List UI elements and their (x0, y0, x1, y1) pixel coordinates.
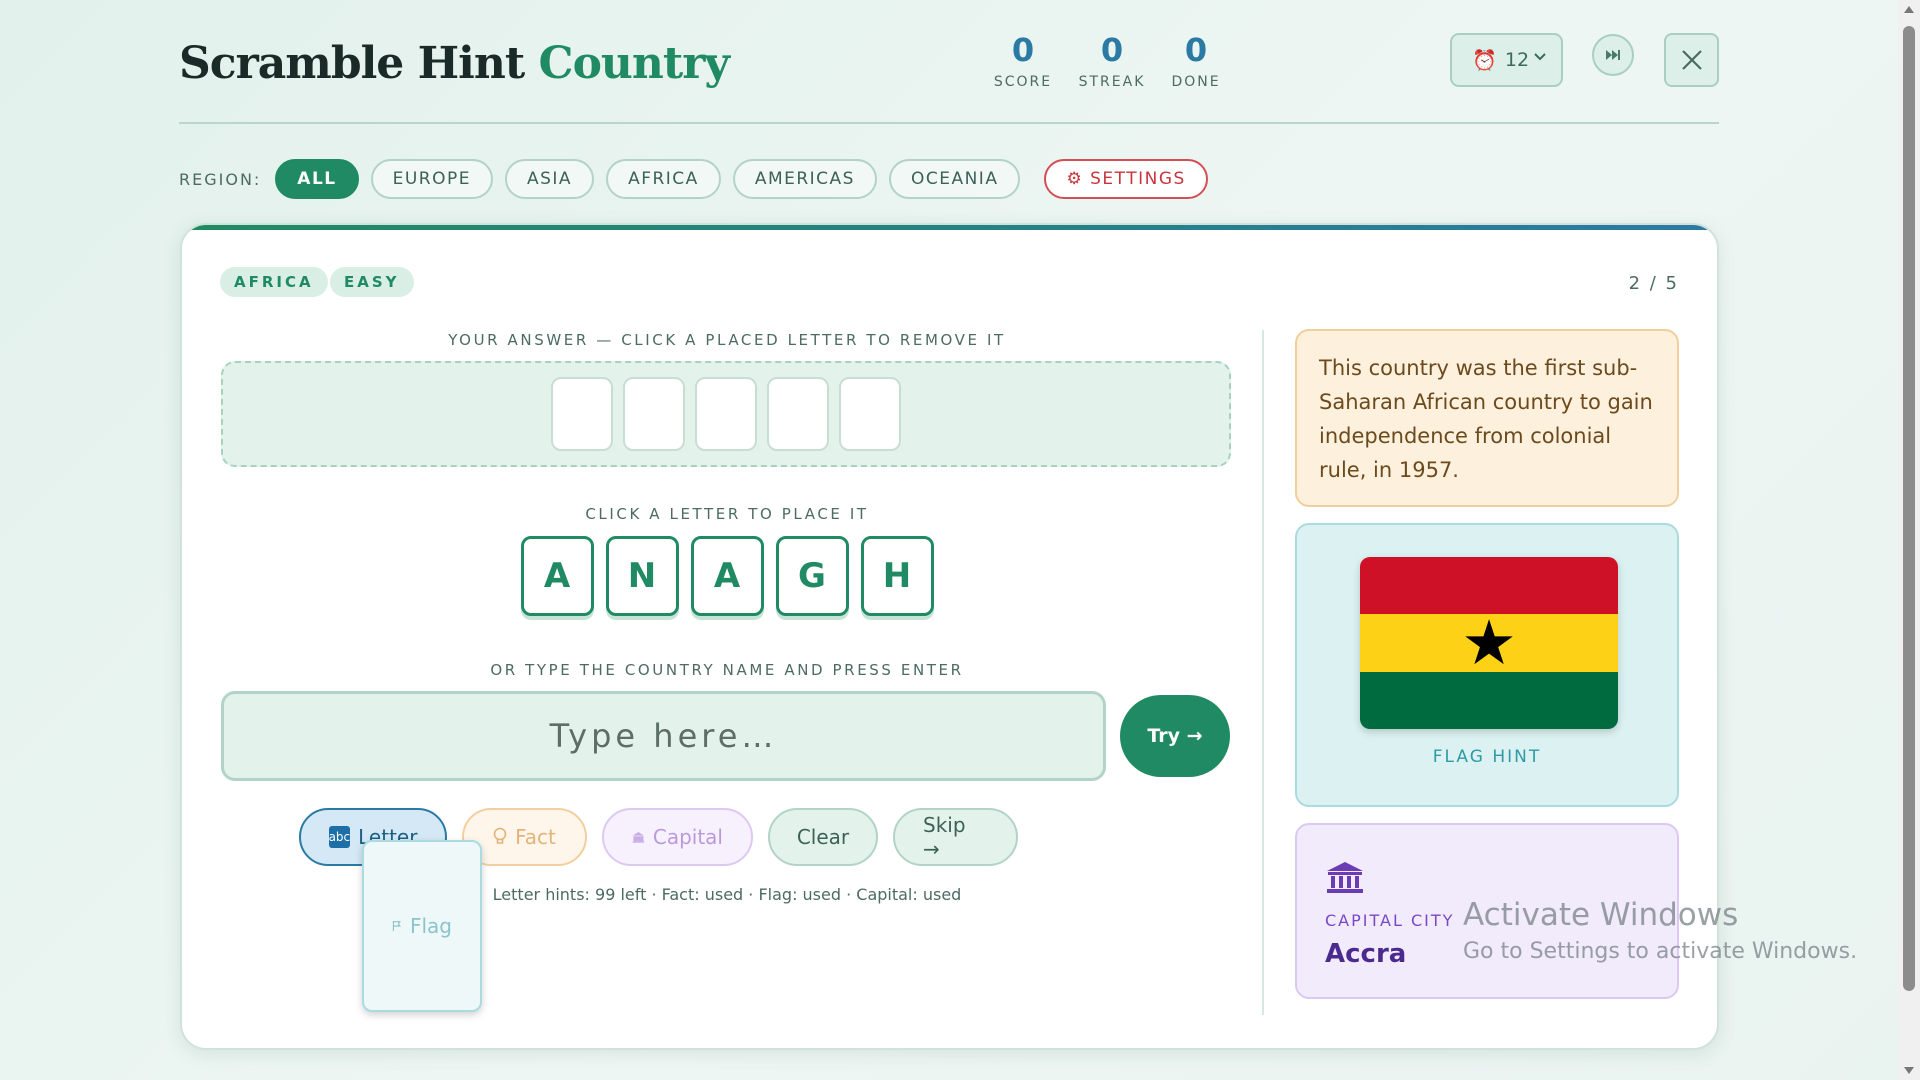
capital-hint-label: Capital (652, 825, 723, 849)
letter-tile[interactable]: A (690, 536, 764, 616)
flag-icon (392, 921, 401, 931)
region-oceania[interactable]: OCEANIA (888, 159, 1021, 199)
fact-hint-label: Fact (515, 825, 556, 849)
page: Scramble Hint Country 0 SCORE 0 STREAK 0… (0, 0, 1898, 1080)
capital-hint-panel: CAPITAL CITY Accra (1295, 823, 1679, 999)
answer-slot[interactable] (839, 377, 901, 451)
answer-label: YOUR ANSWER — CLICK A PLACED LETTER TO R… (448, 331, 1006, 349)
black-star-icon: ★ (1461, 606, 1517, 679)
capital-city-label: CAPITAL CITY (1325, 911, 1455, 930)
done-stat: 0 DONE (1146, 30, 1246, 90)
column-divider (1262, 330, 1264, 1015)
clear-button[interactable]: Clear (768, 808, 878, 866)
region-tag: AFRICA (220, 267, 328, 297)
done-value: 0 (1184, 31, 1208, 69)
flag-hint-label: FLAG HINT (1432, 747, 1542, 767)
alarm-clock-icon: ⏰ (1472, 48, 1497, 72)
capital-hint-button[interactable]: Capital (602, 808, 753, 866)
country-name-input[interactable] (221, 691, 1106, 781)
hint-buttons: abc Letter Fact Flag Capital Clear Skip … (299, 808, 1018, 1012)
close-button[interactable] (1664, 33, 1719, 87)
letter-tile[interactable]: G (775, 536, 849, 616)
region-europe[interactable]: EUROPE (370, 159, 493, 199)
try-button[interactable]: Try → (1120, 695, 1230, 777)
tiles-label: CLICK A LETTER TO PLACE IT (585, 505, 869, 523)
answer-slot[interactable] (767, 377, 829, 451)
title-accent: Country (538, 38, 730, 89)
lightbulb-icon (493, 827, 507, 844)
region-filter: REGION: ALL EUROPE ASIA AFRICA AMERICAS … (179, 158, 1220, 200)
page-title: Scramble Hint Country (179, 38, 730, 89)
country-flag: ★ (1360, 557, 1618, 729)
done-label: DONE (1171, 74, 1221, 90)
region-americas[interactable]: AMERICAS (732, 159, 877, 199)
score-value: 0 (1011, 31, 1035, 69)
answer-slot[interactable] (695, 377, 757, 451)
chevron-down-icon (1534, 53, 1546, 61)
letter-tile[interactable]: H (860, 536, 934, 616)
flag-band-green (1360, 671, 1618, 729)
abc-icon: abc (328, 826, 351, 848)
flag-hint-panel: ★ FLAG HINT (1295, 523, 1679, 807)
scroll-down-icon[interactable] (1904, 1067, 1914, 1074)
answer-slot[interactable] (551, 377, 613, 451)
scrollbar-thumb[interactable] (1903, 26, 1915, 991)
title-main: Scramble Hint (179, 38, 525, 89)
region-africa[interactable]: AFRICA (606, 159, 721, 199)
hint-status: Letter hints: 99 left · Fact: used · Fla… (492, 885, 962, 904)
classical-building-icon (632, 831, 645, 843)
letter-tile[interactable]: N (605, 536, 679, 616)
card-accent-bar (182, 225, 1717, 230)
score-stat: 0 SCORE (973, 30, 1073, 90)
settings-button[interactable]: ⚙ SETTINGS (1044, 159, 1208, 199)
score-label: SCORE (993, 74, 1053, 90)
answer-zone (221, 361, 1231, 467)
scroll-up-icon[interactable] (1904, 6, 1914, 13)
answer-slot[interactable] (623, 377, 685, 451)
difficulty-tag: EASY (330, 267, 414, 297)
classical-building-icon (1327, 862, 1363, 893)
game-card: AFRICA EASY 2 / 5 YOUR ANSWER — CLICK A … (180, 223, 1719, 1050)
timer-select[interactable]: ⏰ 12 (1450, 33, 1563, 87)
close-icon (1681, 50, 1702, 70)
region-label: REGION: (179, 169, 262, 189)
letter-tiles: A N A G H (222, 536, 1232, 618)
letter-tile[interactable]: A (520, 536, 594, 616)
header: Scramble Hint Country 0 SCORE 0 STREAK 0… (179, 30, 1719, 124)
round-progress: 2 / 5 (1628, 273, 1679, 294)
flag-hint-label: Flag (409, 914, 452, 938)
fact-hint-panel: This country was the first sub-Saharan A… (1295, 329, 1679, 507)
region-all[interactable]: ALL (275, 159, 359, 199)
timer-value: 12 (1504, 49, 1530, 71)
vertical-scrollbar[interactable] (1898, 0, 1920, 1080)
fast-forward-button[interactable] (1592, 34, 1634, 76)
type-label: OR TYPE THE COUNTRY NAME AND PRESS ENTER (490, 661, 964, 679)
fast-forward-icon (1606, 50, 1620, 60)
skip-button[interactable]: Skip → (893, 808, 1018, 866)
region-asia[interactable]: ASIA (505, 159, 595, 199)
capital-city-name: Accra (1325, 939, 1407, 969)
flag-hint-button[interactable]: Flag (362, 840, 482, 1012)
